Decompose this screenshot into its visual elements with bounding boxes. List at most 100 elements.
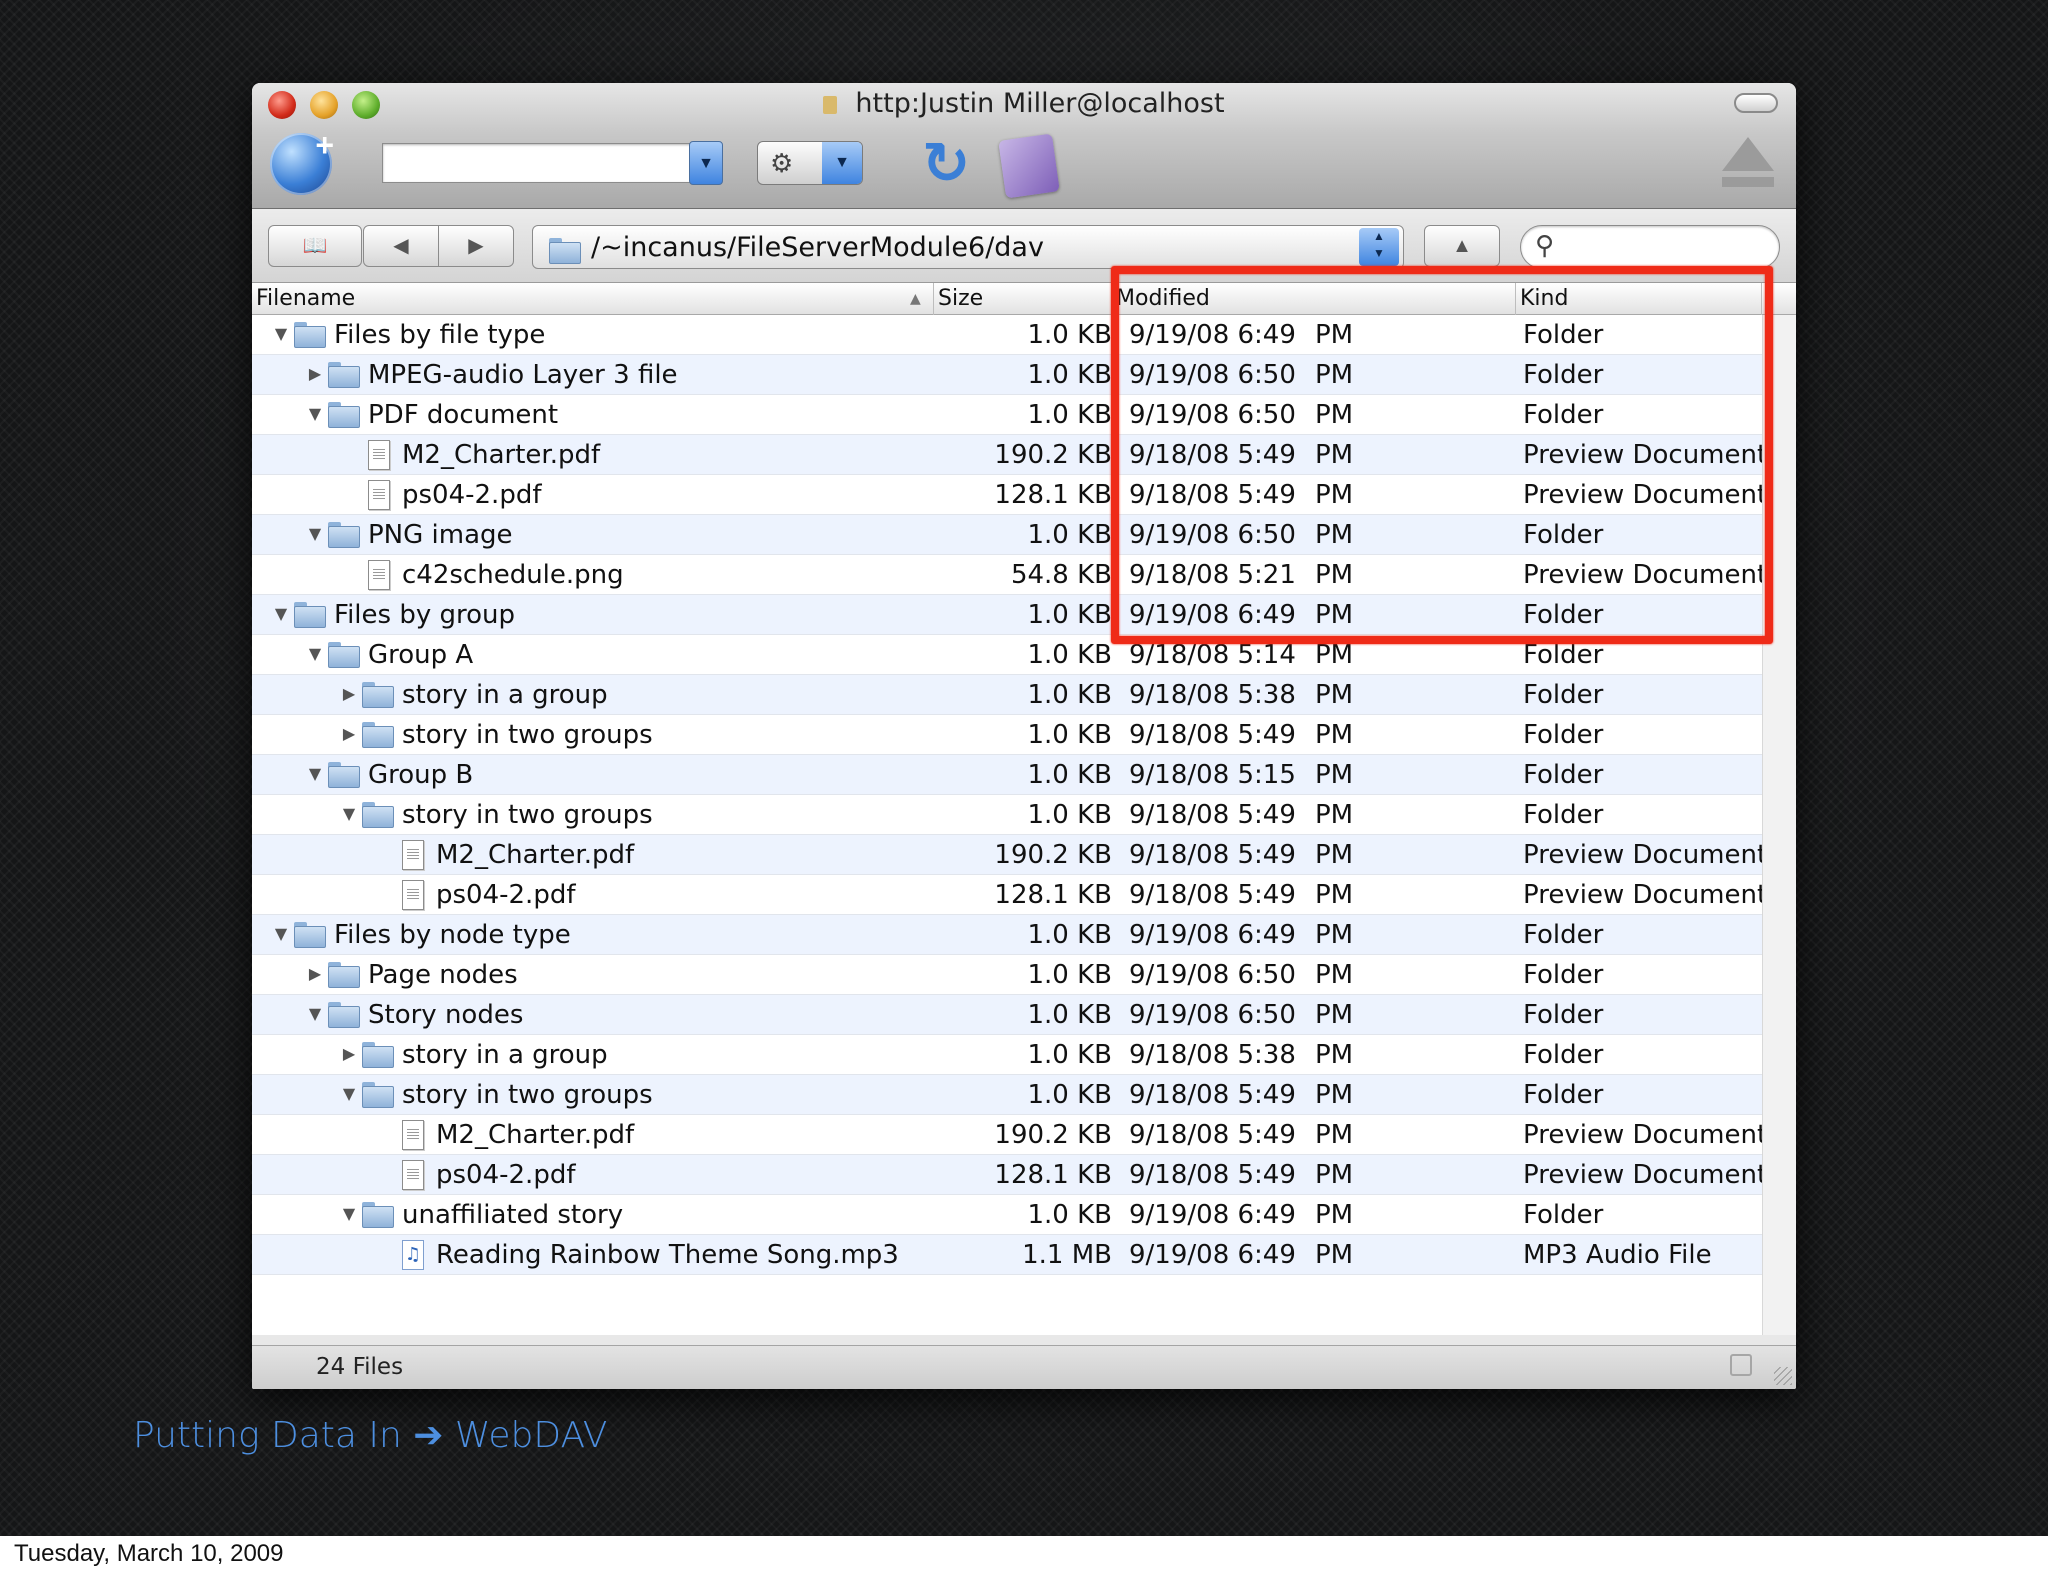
- file-size: 1.0 KB: [1027, 760, 1113, 790]
- quick-look-button[interactable]: [998, 133, 1060, 199]
- file-name: Files by file type: [334, 320, 546, 350]
- audio-file-icon: ♫: [396, 1240, 428, 1270]
- file-modified-ampm: PM: [1315, 1240, 1354, 1270]
- table-row[interactable]: ▼ Files by node type 1.0 KB 9/19/08 6:49 PM F…: [252, 915, 1762, 955]
- disclosure-open-icon[interactable]: ▼: [304, 643, 326, 665]
- file-modified-ampm: PM: [1315, 1120, 1354, 1150]
- file-size: 1.0 KB: [1027, 920, 1113, 950]
- disclosure-open-icon[interactable]: ▼: [304, 523, 326, 545]
- file-modified-ampm: PM: [1315, 760, 1354, 790]
- table-row[interactable]: M2_Charter.pdf 190.2 KB 9/18/08 5:49 PM Prev…: [252, 1115, 1762, 1155]
- disclosure-open-icon[interactable]: ▼: [338, 1083, 360, 1105]
- file-kind: Folder: [1523, 960, 1604, 990]
- chevron-down-icon: ▼: [822, 142, 862, 184]
- disclosure-closed-icon[interactable]: ▶: [304, 963, 326, 985]
- file-modified-ampm: PM: [1315, 1040, 1354, 1070]
- parent-folder-button[interactable]: ▲: [1424, 225, 1500, 267]
- search-input[interactable]: ⚲: [1520, 225, 1780, 269]
- table-row[interactable]: ♫ Reading Rainbow Theme Song.mp3 1.1 MB 9/1…: [252, 1235, 1762, 1275]
- file-modified-date: 9/18/08 5:49: [1129, 880, 1296, 910]
- file-size: 128.1 KB: [994, 1160, 1112, 1190]
- file-modified-ampm: PM: [1315, 920, 1354, 950]
- table-row[interactable]: ▼ story in two groups 1.0 KB 9/18/08 5:49 PM…: [252, 795, 1762, 835]
- folder-icon: [362, 1200, 394, 1230]
- file-name: M2_Charter.pdf: [402, 440, 601, 470]
- table-row[interactable]: ▼ unaffiliated story 1.0 KB 9/19/08 6:49 PM F…: [252, 1195, 1762, 1235]
- disclosure-open-icon[interactable]: ▼: [270, 323, 292, 345]
- file-modified-ampm: PM: [1315, 720, 1354, 750]
- file-modified-ampm: PM: [1315, 1160, 1354, 1190]
- table-row[interactable]: ▼ Group B 1.0 KB 9/18/08 5:15 PM Folder: [252, 755, 1762, 795]
- toolbar-toggle-button[interactable]: [1734, 93, 1778, 113]
- disclosure-open-icon[interactable]: ▼: [270, 923, 292, 945]
- disclosure-closed-icon[interactable]: ▶: [304, 363, 326, 385]
- action-menu-button[interactable]: ⚙ ▼: [757, 141, 863, 185]
- file-name: M2_Charter.pdf: [436, 840, 635, 870]
- table-row[interactable]: M2_Charter.pdf 190.2 KB 9/18/08 5:49 PM Prev…: [252, 835, 1762, 875]
- path-selector[interactable]: /~incanus/FileServerModule6/dav ▲ ▼: [532, 225, 1404, 269]
- table-row[interactable]: ▶ story in a group 1.0 KB 9/18/08 5:38 PM Fol…: [252, 1035, 1762, 1075]
- size-column-header[interactable]: Size: [934, 283, 1112, 315]
- file-modified-date: 9/18/08 5:38: [1129, 680, 1296, 710]
- disclosure-open-icon[interactable]: ▼: [304, 1003, 326, 1025]
- folder-icon: [328, 400, 360, 430]
- file-name: Page nodes: [368, 960, 518, 990]
- table-row[interactable]: ▼ Story nodes 1.0 KB 9/19/08 6:50 PM Folder: [252, 995, 1762, 1035]
- disclosure-open-icon[interactable]: ▼: [270, 603, 292, 625]
- file-size: 1.0 KB: [1027, 640, 1113, 670]
- file-modified-ampm: PM: [1315, 680, 1354, 710]
- gear-icon: ⚙: [770, 148, 794, 178]
- table-row[interactable]: ▼ story in two groups 1.0 KB 9/18/08 5:49 PM…: [252, 1075, 1762, 1115]
- folder-icon: [328, 360, 360, 390]
- file-size: 1.0 KB: [1027, 1080, 1113, 1110]
- new-connection-button[interactable]: +: [270, 127, 334, 195]
- path-text: /~incanus/FileServerModule6/dav: [591, 232, 1044, 263]
- disclosure-open-icon[interactable]: ▼: [338, 803, 360, 825]
- table-row[interactable]: ▶ story in two groups 1.0 KB 9/18/08 5:49 PM…: [252, 715, 1762, 755]
- disclosure-closed-icon[interactable]: ▶: [338, 723, 360, 745]
- folder-icon: [328, 960, 360, 990]
- table-row[interactable]: ▶ story in a group 1.0 KB 9/18/08 5:38 PM Fol…: [252, 675, 1762, 715]
- file-kind: Folder: [1523, 1000, 1604, 1030]
- file-modified-date: 9/18/08 5:49: [1129, 720, 1296, 750]
- search-icon: ⚲: [1535, 230, 1555, 260]
- file-size: 190.2 KB: [994, 840, 1112, 870]
- table-row[interactable]: ▶ Page nodes 1.0 KB 9/19/08 6:50 PM Folder: [252, 955, 1762, 995]
- folder-icon: [328, 760, 360, 790]
- bookmarks-button[interactable]: 📖: [268, 225, 362, 267]
- filename-column-header[interactable]: Filename: [252, 283, 934, 315]
- disclosure-open-icon[interactable]: ▼: [304, 763, 326, 785]
- resize-grip[interactable]: [1774, 1367, 1792, 1385]
- disclosure-closed-icon[interactable]: ▶: [338, 1043, 360, 1065]
- back-button[interactable]: ◀: [363, 225, 439, 267]
- server-dropdown-button[interactable]: ▼: [689, 141, 723, 185]
- file-kind: Folder: [1523, 1080, 1604, 1110]
- file-name: M2_Charter.pdf: [436, 1120, 635, 1150]
- disclosure-open-icon[interactable]: ▼: [338, 1203, 360, 1225]
- file-kind: Folder: [1523, 1040, 1604, 1070]
- file-kind: Folder: [1523, 680, 1604, 710]
- file-size: 1.0 KB: [1027, 520, 1113, 550]
- server-address-field[interactable]: [382, 143, 692, 183]
- file-size: 1.0 KB: [1027, 360, 1113, 390]
- file-size: 190.2 KB: [994, 440, 1112, 470]
- forward-button[interactable]: ▶: [438, 225, 514, 267]
- disclosure-closed-icon[interactable]: ▶: [338, 683, 360, 705]
- file-name: PDF document: [368, 400, 559, 430]
- eject-button[interactable]: [1722, 137, 1774, 193]
- disclosure-open-icon[interactable]: ▼: [304, 403, 326, 425]
- table-row[interactable]: ps04-2.pdf 128.1 KB 9/18/08 5:49 PM Preview …: [252, 1155, 1762, 1195]
- folder-icon: [362, 720, 394, 750]
- file-name: MPEG-audio Layer 3 file: [368, 360, 678, 390]
- title-toolbar: http:Justin Miller@localhost + ▼ ⚙ ▼ ↻: [252, 83, 1796, 209]
- folder-icon: [362, 680, 394, 710]
- document-icon: [362, 480, 394, 510]
- refresh-button[interactable]: ↻: [916, 135, 976, 195]
- file-size: 1.0 KB: [1027, 680, 1113, 710]
- file-size: 190.2 KB: [994, 1120, 1112, 1150]
- table-row[interactable]: ps04-2.pdf 128.1 KB 9/18/08 5:49 PM Preview …: [252, 875, 1762, 915]
- file-modified-ampm: PM: [1315, 960, 1354, 990]
- file-modified-date: 9/18/08 5:49: [1129, 1080, 1296, 1110]
- file-count: 24 Files: [316, 1354, 404, 1380]
- file-modified-date: 9/18/08 5:49: [1129, 840, 1296, 870]
